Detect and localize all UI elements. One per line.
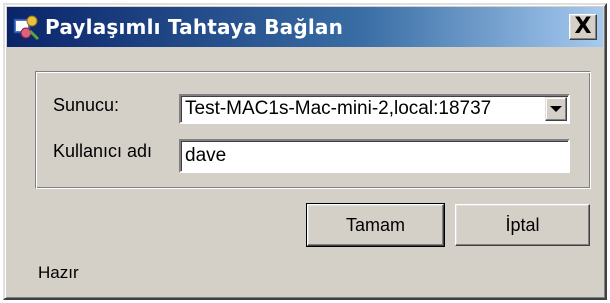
server-label: Sunucu:	[53, 95, 120, 115]
window-title: Paylaşımlı Tahtaya Bağlan	[45, 15, 344, 39]
shared-whiteboard-icon	[12, 13, 40, 41]
close-icon: X	[574, 14, 592, 39]
status-text: Hazır	[38, 263, 79, 282]
cancel-button-label: İptal	[505, 214, 540, 235]
cancel-button[interactable]: İptal	[455, 204, 590, 246]
server-dropdown-button[interactable]	[545, 97, 567, 121]
username-label: Kullanıcı adı	[53, 141, 153, 161]
title-bar[interactable]: Paylaşımlı Tahtaya Bağlan X	[7, 7, 603, 47]
ok-button[interactable]: Tamam	[306, 203, 445, 247]
close-button[interactable]: X	[569, 14, 597, 40]
server-value: Test-MAC1s-Mac-mini-2,local:18737	[185, 98, 492, 119]
ok-button-label: Tamam	[345, 214, 405, 235]
server-combobox[interactable]: Test-MAC1s-Mac-mini-2,local:18737	[179, 94, 570, 124]
chevron-down-icon	[550, 106, 562, 112]
dialog-window: Paylaşımlı Tahtaya Bağlan X Sunucu: Test…	[3, 3, 607, 300]
username-field[interactable]	[179, 139, 570, 173]
